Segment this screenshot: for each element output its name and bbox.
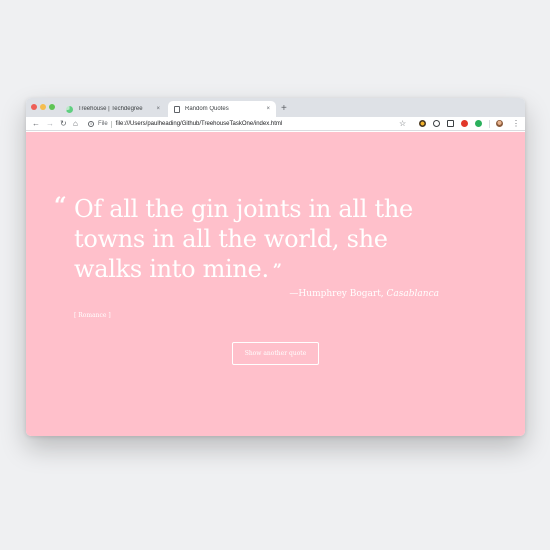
scheme-label: File: [98, 121, 108, 127]
browser-toolbar: ← → ↻ ⌂ i File file:///Users/paulheading…: [26, 117, 525, 131]
show-another-quote-button[interactable]: Show another quote: [232, 342, 319, 365]
tab-random-quotes[interactable]: Random Quotes ×: [168, 101, 276, 117]
open-quote-mark: “: [54, 193, 67, 219]
quote-tags: [ Romance ]: [74, 312, 111, 319]
tab-close-icon[interactable]: ×: [156, 106, 160, 112]
divider: [489, 120, 490, 128]
opera-icon[interactable]: [461, 120, 468, 127]
url-text[interactable]: file:///Users/paulheading/Github/Treehou…: [116, 121, 283, 127]
quote-source: —Humphrey Bogart, Casablanca: [289, 289, 439, 299]
forward-arrow-icon[interactable]: →: [46, 118, 54, 130]
citation: Casablanca: [386, 289, 439, 299]
treehouse-icon: [66, 105, 73, 113]
address-bar[interactable]: i File file:///Users/paulheading/Github/…: [88, 119, 410, 129]
new-tab-button[interactable]: +: [281, 101, 287, 117]
divider: [110, 120, 112, 128]
quote-body: Of all the gin joints in all the towns i…: [74, 195, 413, 283]
home-icon[interactable]: ⌂: [73, 118, 78, 130]
tab-close-icon[interactable]: ×: [266, 106, 270, 112]
menu-icon[interactable]: ⋮: [512, 118, 520, 130]
tab-title: Treehouse | Techdegree: [78, 106, 143, 112]
reload-icon[interactable]: ↻: [60, 118, 67, 130]
browser-window: Treehouse | Techdegree × Random Quotes ×…: [26, 98, 525, 436]
extension-icon[interactable]: [433, 120, 440, 127]
minimize-window-button[interactable]: [40, 104, 46, 110]
close-quote-mark: ”: [272, 260, 282, 279]
close-window-button[interactable]: [31, 104, 37, 110]
info-icon[interactable]: i: [88, 121, 94, 127]
tab-strip: Treehouse | Techdegree × Random Quotes ×…: [26, 98, 525, 117]
back-arrow-icon[interactable]: ←: [32, 118, 40, 130]
maximize-window-button[interactable]: [49, 104, 55, 110]
quote-text: “ Of all the gin joints in all the towns…: [54, 194, 454, 285]
extension-icon[interactable]: [419, 120, 426, 127]
cast-icon[interactable]: [447, 120, 454, 127]
profile-avatar-icon[interactable]: [496, 120, 503, 127]
tab-treehouse[interactable]: Treehouse | Techdegree ×: [60, 101, 166, 117]
extension-icon[interactable]: [475, 120, 482, 127]
source-name: —Humphrey Bogart,: [289, 289, 387, 299]
document-icon: [174, 105, 180, 113]
quote-page: “ Of all the gin joints in all the towns…: [26, 132, 525, 436]
bookmark-star-icon[interactable]: ☆: [399, 119, 406, 129]
tab-title: Random Quotes: [185, 106, 229, 112]
